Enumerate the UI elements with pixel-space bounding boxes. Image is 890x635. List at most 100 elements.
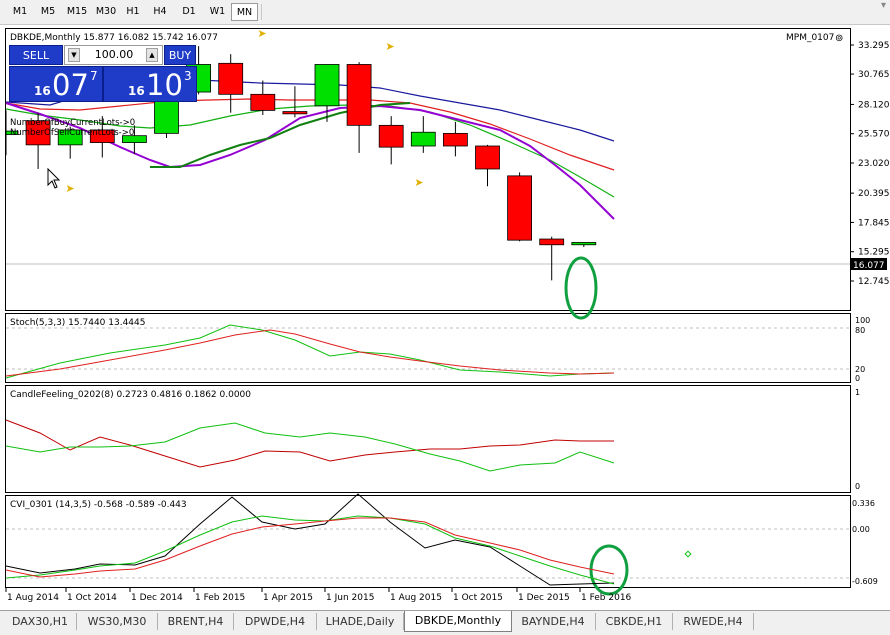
indicator-settings-icon[interactable]: ⊚	[835, 33, 843, 44]
buy-price-sup: 3	[184, 69, 192, 83]
candlefeeling-level-top: 1	[855, 388, 860, 397]
buy-price-button[interactable]: 16 10 3	[103, 66, 197, 102]
buy-price-small: 16	[128, 84, 145, 98]
candle-body	[475, 145, 500, 170]
toolbar-separator	[261, 4, 262, 20]
candle	[410, 116, 436, 153]
candlefeeling-level-bottom: 0	[855, 482, 860, 491]
one-click-trade-panel: SELL ▼ 100.00 ▲ BUY 16 07 7 16 10 3	[9, 45, 197, 102]
candle-body	[539, 238, 565, 246]
price-tick-label: 15.295	[858, 248, 890, 258]
buy-price-big: 10	[146, 68, 183, 102]
candle	[539, 236, 565, 281]
tab-rwede-h4[interactable]: RWEDE,H4	[673, 613, 754, 630]
chart-tabs-bar: DAX30,H1 WS30,M30 BRENT,H4 DPWDE,H4 LHAD…	[0, 610, 890, 635]
price-tick-label: 28.120	[858, 100, 890, 110]
sell-price-sup: 7	[90, 69, 98, 83]
date-tick-label: 1 Feb 2016	[581, 593, 632, 603]
cvi-label: CVI_0301 (14,3,5) -0.568 -0.589 -0.443	[10, 500, 187, 510]
timeframe-m15[interactable]: M15	[62, 3, 92, 21]
candle-body	[410, 131, 436, 147]
candlefeeling-panel-frame	[5, 385, 851, 493]
stoch-main-line	[5, 324, 615, 379]
lot-increase-icon[interactable]: ▲	[146, 48, 158, 62]
sell-price-big: 07	[52, 68, 89, 102]
chart-window[interactable]: 33.295 30.765 28.120 25.570 23.020 20.395 17.8…	[0, 24, 890, 610]
fractal-up-marker: ➤	[414, 176, 423, 189]
timeframe-m5[interactable]: M5	[34, 3, 62, 21]
candlefeeling-label: CandleFeeling_0202(8) 0.2723 0.4816 0.18…	[10, 390, 251, 400]
price-axis: 33.295 30.765 28.120 25.570 23.020 20.395 17.8…	[850, 41, 890, 287]
candle	[442, 121, 468, 157]
candle-body	[571, 242, 597, 246]
tab-dax30-h1[interactable]: DAX30,H1	[4, 613, 77, 630]
last-price-text: 16.077	[853, 261, 885, 271]
candle	[218, 54, 244, 113]
candlefeeling-green-line	[5, 422, 615, 472]
lot-size-field[interactable]: ▼ 100.00 ▲	[64, 45, 163, 65]
stoch-label: Stoch(5,3,3) 15.7440 13.4445	[10, 318, 145, 328]
tab-brent-h4[interactable]: BRENT,H4	[158, 613, 234, 630]
buy-button[interactable]: BUY	[164, 45, 196, 65]
date-tick-label: 1 Oct 2014	[67, 593, 117, 603]
timeframe-d1[interactable]: D1	[175, 3, 203, 21]
tab-dpwde-h4[interactable]: DPWDE,H4	[234, 613, 317, 630]
price-tick-label: 12.745	[858, 277, 890, 287]
date-tick-label: 1 Aug 2014	[7, 593, 59, 603]
candle	[475, 144, 500, 187]
price-tick-label: 20.395	[858, 189, 890, 199]
highlight-ellipse-price	[564, 256, 598, 320]
candle	[250, 80, 276, 115]
candle-body	[378, 124, 404, 148]
timeframe-m30[interactable]: M30	[92, 3, 120, 21]
stoch-level-0-label: 0	[855, 374, 860, 383]
mouse-cursor-icon	[47, 167, 61, 189]
candlefeeling-red-line	[5, 419, 614, 468]
candle-body	[250, 93, 276, 111]
timeframe-h1[interactable]: H1	[120, 3, 146, 21]
timeframe-h4[interactable]: H4	[146, 3, 174, 21]
timeframe-mn[interactable]: MN	[231, 3, 258, 21]
overlay-buy-lots: NumberOfBuyCurrentLots->0	[10, 118, 135, 128]
price-tick-label: 23.020	[858, 159, 890, 169]
indicator-name: MPM_0107	[786, 33, 834, 43]
cvi-signal-marker	[684, 550, 692, 558]
date-tick-label: 1 Dec 2015	[518, 593, 570, 603]
lot-decrease-icon[interactable]: ▼	[68, 48, 80, 62]
candle	[378, 116, 404, 165]
price-tick-label: 25.570	[858, 130, 890, 140]
tab-lhade-daily[interactable]: LHADE,Daily	[317, 613, 404, 630]
date-tick-label: 1 Oct 2015	[453, 593, 503, 603]
candle-body	[346, 64, 372, 126]
candle	[507, 172, 533, 242]
candle-body	[314, 64, 340, 107]
tab-dbkde-monthly[interactable]: DBKDE,Monthly	[404, 611, 512, 632]
timeframe-m1[interactable]: M1	[6, 3, 34, 21]
lot-size-value[interactable]: 100.00	[85, 46, 143, 64]
cvi-level-top: 0.336	[852, 499, 875, 508]
date-tick-label: 1 Aug 2015	[390, 593, 442, 603]
candle-body	[282, 111, 308, 115]
price-tick-label: 33.295	[858, 41, 890, 51]
sell-price-button[interactable]: 16 07 7	[9, 66, 103, 102]
date-tick-label: 1 Dec 2014	[131, 593, 183, 603]
tab-ws30-m30[interactable]: WS30,M30	[77, 613, 158, 630]
fractal-up-marker: ➤	[65, 182, 74, 195]
stoch-level-80-label: 80	[855, 326, 865, 335]
stoch-level-100-label: 100	[855, 316, 870, 325]
date-axis: 1 Aug 2014 1 Oct 2014 1 Dec 2014 1 Feb 2015…	[5, 588, 632, 603]
toolbar-overflow-icon[interactable]: ▾	[881, 0, 886, 11]
date-tick-label: 1 Jun 2015	[326, 593, 374, 603]
tab-cbkde-h1[interactable]: CBKDE,H1	[596, 613, 673, 630]
stoch-level-20-label: 20	[855, 365, 865, 374]
fractal-down-marker: ➤	[257, 27, 266, 40]
candle	[571, 242, 597, 248]
tab-baynde-h4[interactable]: BAYNDE,H4	[511, 613, 596, 630]
timeframe-w1[interactable]: W1	[204, 3, 231, 21]
candle-body	[507, 175, 533, 241]
candle-body	[442, 132, 468, 147]
chart-header: DBKDE,Monthly 15.877 16.082 15.742 16.07…	[10, 33, 218, 43]
sell-button[interactable]: SELL	[9, 45, 63, 65]
cvi-level-zero-label: 0.00	[852, 525, 870, 534]
date-tick-label: 1 Feb 2015	[195, 593, 245, 603]
